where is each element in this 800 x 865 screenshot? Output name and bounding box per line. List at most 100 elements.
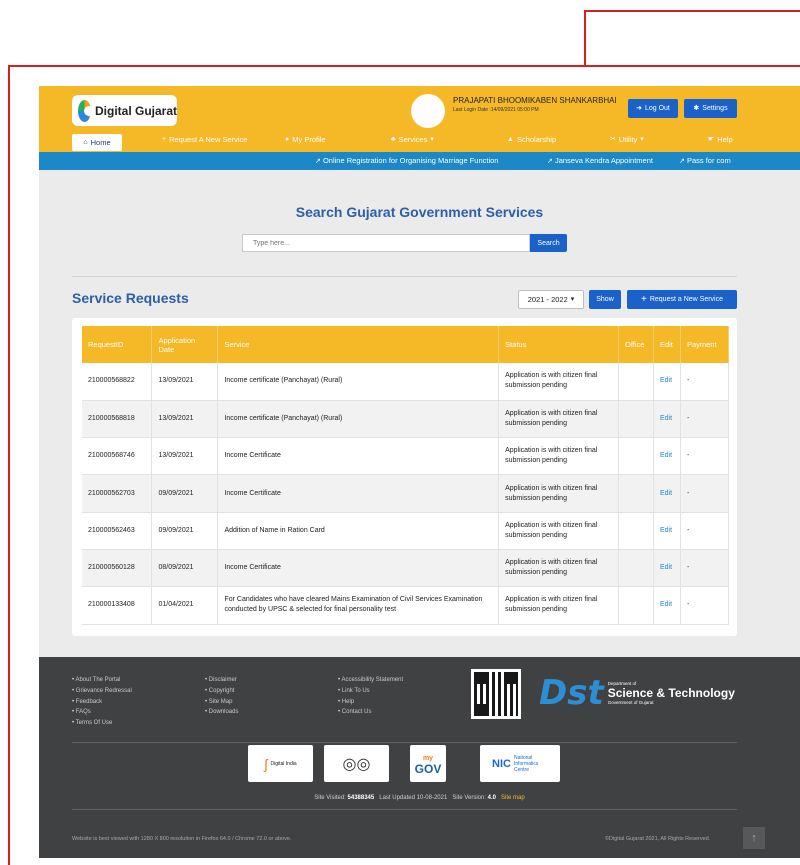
table-header-row: RequestID Application Date Service Statu…	[82, 326, 730, 363]
table-row: 210000568746 13/09/2021 Income Certifica…	[82, 437, 730, 476]
qr-code-icon	[474, 672, 518, 716]
external-link-icon: ↗	[315, 158, 321, 165]
payment: -	[680, 549, 730, 588]
announcement-text: Pass for com	[686, 156, 731, 165]
logout-button[interactable]: ➜ Log Out	[628, 99, 678, 118]
search-input[interactable]	[242, 234, 530, 252]
col-header-request-id: RequestID	[82, 326, 153, 363]
user-avatar[interactable]	[411, 94, 445, 128]
table-row: 210000568822 13/09/2021 Income certifica…	[82, 363, 730, 401]
payment: -	[680, 363, 730, 401]
footer-links-col-2: Disclaimer Copyright Site Map Downloads	[205, 675, 239, 718]
nav-scholarship[interactable]: ▲ Scholarship	[507, 135, 556, 144]
status: Application is with citizen final submis…	[498, 363, 619, 401]
footer-link[interactable]: Copyright	[205, 686, 238, 697]
footer-link[interactable]: Help	[338, 697, 403, 708]
year-select-value: 2021 - 2022	[527, 295, 568, 304]
footer-link[interactable]: About The Portal	[72, 675, 132, 686]
edit-link[interactable]: Edit	[653, 549, 681, 588]
footer-link[interactable]: Feedback	[72, 697, 132, 708]
site-header: Digital Gujarat PRAJAPATI BHOOMIKABEN SH…	[39, 86, 800, 152]
user-icon: ●	[285, 136, 290, 143]
edit-link[interactable]: Edit	[653, 586, 681, 625]
scroll-to-top-button[interactable]: ↑	[743, 827, 765, 849]
dst-name: Science & Technology	[607, 686, 735, 700]
last-updated: Last Updated 10-08-2021	[379, 795, 448, 801]
announcement-link[interactable]: ↗ Pass for com	[679, 156, 731, 165]
footer-link[interactable]: Link To Us	[338, 686, 403, 697]
user-name: PRAJAPATI BHOOMIKABEN SHANKARBHAI	[453, 96, 617, 105]
application-date: 13/09/2021	[151, 437, 219, 476]
service-name: Addition of Name in Ration Card	[217, 512, 500, 550]
copyright: ©Digital Gujarat 2021, All Rights Reserv…	[605, 836, 711, 842]
section-divider	[72, 276, 737, 277]
announcement-text: Online Registration for Organising Marri…	[322, 156, 499, 165]
request-id: 210000562463	[82, 512, 153, 550]
search-title: Search Gujarat Government Services	[295, 204, 544, 220]
nav-utility[interactable]: ✂ Utility ▾	[610, 135, 644, 144]
footer-links-col-1: About The Portal Grievance Redressal Fee…	[72, 675, 132, 729]
site-logo[interactable]: Digital Gujarat	[72, 95, 177, 126]
qr-code	[471, 669, 521, 719]
footer-link[interactable]: Terms Of Use	[72, 718, 132, 729]
dst-mark: Dst	[539, 673, 604, 713]
application-date: 09/09/2021	[151, 474, 219, 513]
col-header-payment: Payment	[680, 326, 730, 363]
service-name: Income certificate (Panchayat) (Rural)	[217, 363, 500, 401]
edit-link[interactable]: Edit	[653, 400, 681, 439]
nav-help-label: Help	[717, 135, 733, 144]
nav-home[interactable]: ⌂ Home	[72, 134, 122, 151]
swachh-bharat-logo[interactable]: ◎◎	[324, 745, 389, 782]
site-stats: Site Visited: 54388345 Last Updated 10-0…	[39, 795, 800, 801]
edit-link[interactable]: Edit	[653, 363, 681, 401]
browser-note: Website is best viewed with 1280 X 800 r…	[72, 836, 292, 842]
footer-link[interactable]: FAQs	[72, 707, 132, 718]
plus-icon: +	[641, 293, 647, 305]
nav-services[interactable]: ♣ Services ▾	[391, 135, 434, 144]
table-row: 210000560128 08/09/2021 Income Certifica…	[82, 549, 730, 588]
office	[618, 474, 654, 513]
announcement-link[interactable]: ↗ Online Registration for Organising Mar…	[315, 156, 498, 165]
office	[618, 437, 654, 476]
footer-link[interactable]: Disclaimer	[205, 675, 238, 686]
nav-profile-label: My Profile	[292, 135, 326, 144]
users-icon: ♣	[391, 136, 396, 143]
footer-link[interactable]: Downloads	[205, 707, 239, 718]
footer-link[interactable]: Accessibility Statement	[338, 675, 403, 686]
request-id: 210000562703	[82, 474, 153, 513]
edit-link[interactable]: Edit	[653, 512, 681, 550]
mygov-gov: GOV	[414, 761, 442, 776]
caret-down-icon: ▾	[640, 136, 644, 143]
request-id: 210000568822	[82, 363, 153, 401]
year-select[interactable]: 2021 - 2022 ▾	[518, 290, 584, 309]
service-name: Income Certificate	[217, 437, 500, 476]
dst-logo[interactable]: Dst Department of Science & Technology G…	[539, 673, 735, 713]
nav-request-service[interactable]: + Request A New Service	[162, 135, 247, 144]
service-name: Income Certificate	[217, 549, 500, 588]
settings-button[interactable]: ✱ Settings	[684, 99, 737, 118]
footer-link[interactable]: Grievance Redressal	[72, 686, 132, 697]
site-footer: About The Portal Grievance Redressal Fee…	[39, 657, 800, 858]
request-id: 210000133408	[82, 586, 153, 625]
show-button[interactable]: Show	[589, 290, 621, 309]
edit-link[interactable]: Edit	[653, 437, 681, 476]
request-id: 210000568746	[82, 437, 153, 476]
mygov-logo[interactable]: my GOV	[410, 745, 446, 782]
search-button[interactable]: Search	[530, 234, 567, 252]
nic-logo[interactable]: NIC National Informatics Centre	[480, 745, 560, 782]
sign-out-icon: ➜	[636, 105, 642, 112]
digital-india-logo[interactable]: ʃ Digital India	[248, 745, 313, 782]
nav-services-label: Services	[398, 135, 428, 144]
service-name: Income certificate (Panchayat) (Rural)	[217, 400, 500, 439]
edit-link[interactable]: Edit	[653, 474, 681, 513]
announcement-link[interactable]: ↗ Janseva Kendra Appointment	[547, 156, 653, 165]
footer-link[interactable]: Contact Us	[338, 707, 403, 718]
version-value: 4.0	[487, 795, 497, 801]
sitemap-link[interactable]: Site map	[501, 795, 525, 801]
footer-link[interactable]: Site Map	[205, 697, 238, 708]
digital-india-text: Digital India	[270, 760, 297, 767]
request-new-service-button[interactable]: + Request a New Service	[627, 290, 737, 309]
nav-my-profile[interactable]: ● My Profile	[285, 135, 326, 144]
settings-label: Settings	[702, 105, 728, 112]
nav-help[interactable]: ☛ Help	[708, 135, 733, 144]
